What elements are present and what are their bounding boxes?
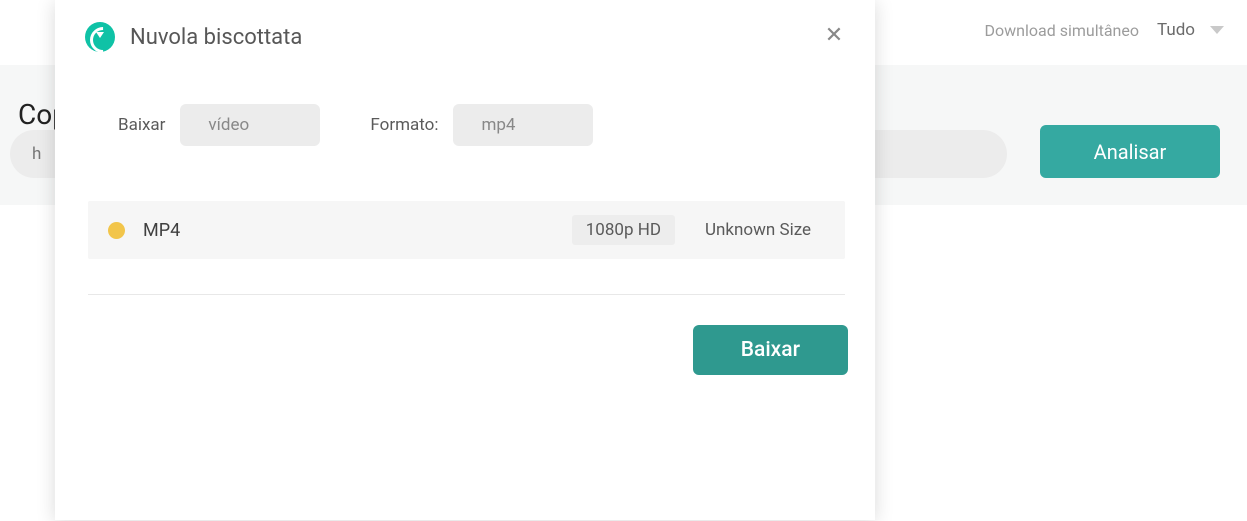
format-label: Formato: (370, 115, 438, 135)
radio-selected-icon (108, 222, 125, 239)
quality-badge: 1080p HD (572, 215, 675, 245)
url-input-text: h (32, 144, 41, 164)
format-select[interactable]: mp4 (453, 104, 593, 146)
download-type-select[interactable]: vídeo (180, 104, 320, 146)
modal-title: Nuvola biscottata (130, 25, 302, 50)
analyze-button[interactable]: Analisar (1040, 125, 1220, 178)
format-option-row[interactable]: MP4 1080p HD Unknown Size (88, 201, 845, 259)
simultaneous-dropdown[interactable]: Tudo (1149, 15, 1232, 45)
divider (88, 294, 845, 295)
format-name: MP4 (143, 220, 572, 241)
download-type-label: Baixar (118, 115, 165, 135)
dropdown-value: Tudo (1157, 20, 1195, 40)
chevron-down-icon (1210, 26, 1224, 34)
download-modal: Nuvola biscottata ✕ Baixar vídeo Formato… (55, 0, 875, 520)
app-logo-icon (85, 22, 115, 52)
close-icon: ✕ (825, 25, 843, 47)
file-size: Unknown Size (705, 220, 825, 240)
download-button[interactable]: Baixar (693, 325, 848, 375)
close-button[interactable]: ✕ (823, 25, 845, 47)
simultaneous-download-label: Download simultâneo (985, 21, 1139, 40)
